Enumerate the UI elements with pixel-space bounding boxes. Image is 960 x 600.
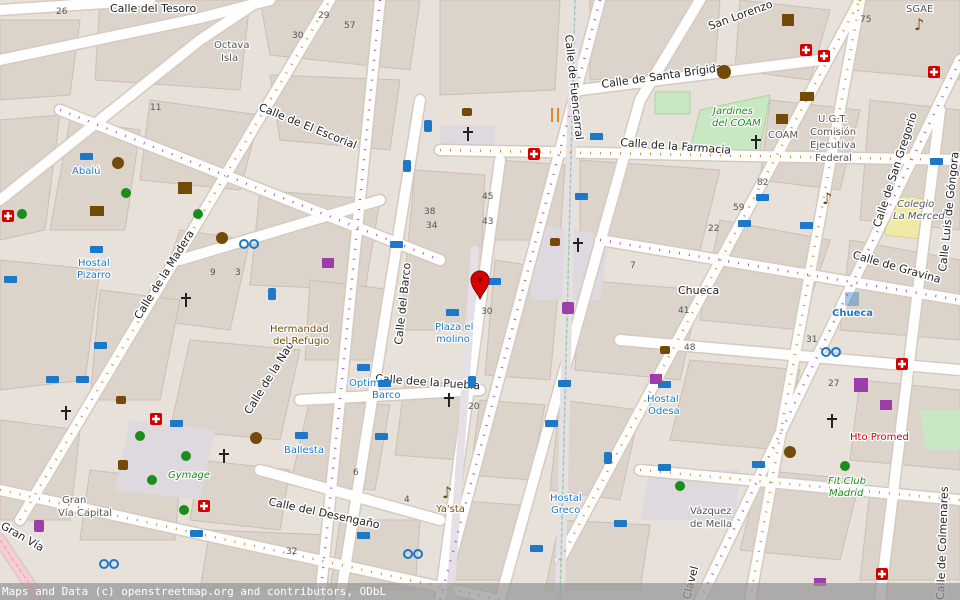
hospital-icon[interactable] [896, 358, 908, 370]
place-fit-club-2: Madrid [829, 488, 864, 499]
place-abalu: Abalú [72, 165, 100, 177]
house-number: 45 [482, 192, 493, 202]
street-label-chueca: Chueca [678, 284, 719, 297]
place-ugt-4: Federal [815, 153, 852, 164]
map-attribution[interactable]: Maps and Data (c) openstreetmap.org and … [0, 583, 960, 600]
place-ugt-3: Ejecutiva [810, 140, 856, 151]
place-gran-via-capital-1: Gran [62, 495, 86, 506]
place-ugt-1: U.G.T. [818, 114, 848, 125]
place-optimi-1: Optimi [349, 378, 382, 389]
house-number: 7 [630, 261, 636, 271]
place-hermandad-1: Hermandad [270, 324, 329, 335]
place-gymage: Gymage [168, 470, 210, 481]
house-number: 32 [286, 547, 297, 557]
house-number: 30 [292, 31, 304, 41]
house-number: 22 [708, 224, 719, 234]
place-plaza-molino-1: Plaza el [435, 322, 473, 333]
place-hermandad-2: del Refugio [273, 336, 329, 347]
house-number: 20 [468, 402, 480, 412]
hospital-icon[interactable] [876, 568, 888, 580]
place-odesa-1: Hostal [647, 394, 679, 405]
place-yasta: Ya'sta [435, 504, 465, 515]
metro-icon[interactable] [845, 292, 859, 306]
hospital-icon[interactable] [528, 148, 540, 160]
place-odesa-2: Odesa [648, 406, 680, 417]
place-vazquez-1: Vázquez [690, 505, 732, 517]
place-gran-via-capital-2: Vía Capital [58, 507, 112, 519]
svg-text:♪: ♪ [442, 483, 452, 502]
hospital-icon[interactable] [150, 413, 162, 425]
place-coam: COAM [768, 130, 798, 141]
house-number: 4 [404, 495, 410, 505]
house-number: 29 [318, 11, 330, 21]
place-octava-1: Octava [214, 40, 249, 51]
house-number: 31 [806, 335, 817, 345]
map-svg[interactable]: Calle del Tesoro Calle de El Escorial Ca… [0, 0, 960, 600]
place-hto-promed: Hto Promed [850, 432, 909, 443]
house-number: 48 [684, 343, 696, 353]
house-number: 34 [426, 221, 438, 231]
place-jardines-2: del COAM [712, 118, 761, 129]
place-ugt-2: Comisión [810, 126, 856, 138]
house-number: 75 [860, 15, 871, 25]
map-canvas[interactable]: Calle del Tesoro Calle de El Escorial Ca… [0, 0, 960, 600]
place-vazquez-2: de Mella [690, 519, 732, 530]
hospital-icon[interactable] [800, 44, 812, 56]
house-number: 41 [678, 306, 689, 316]
svg-text:♪: ♪ [914, 15, 924, 34]
house-number: 26 [56, 7, 68, 17]
post-office-icon[interactable] [90, 206, 104, 216]
hospital-icon[interactable] [2, 210, 14, 222]
street-label-tesoro: Calle del Tesoro [110, 2, 196, 15]
house-number: 6 [353, 468, 359, 478]
house-number: 57 [344, 21, 355, 31]
place-pizarro-1: Hostal [78, 258, 110, 269]
hospital-icon[interactable] [928, 66, 940, 78]
house-number: 38 [424, 207, 436, 217]
house-number: 11 [150, 103, 161, 113]
place-greco-1: Hostal [550, 493, 582, 504]
hospital-icon[interactable] [818, 50, 830, 62]
place-optimi-2: Barco [372, 390, 401, 401]
place-chueca-metro: Chueca [832, 308, 873, 319]
place-colegio-2: La Merced [893, 211, 945, 222]
hospital-icon[interactable] [198, 500, 210, 512]
place-pizarro-2: Pizarro [77, 270, 111, 281]
house-number: 43 [482, 217, 493, 227]
place-plaza-molino-2: molino [436, 334, 470, 345]
house-number: 30 [481, 307, 493, 317]
house-number: 82 [757, 178, 768, 188]
place-greco-2: Greco [551, 505, 580, 516]
house-number: 59 [733, 203, 745, 213]
place-sgae: SGAE [906, 4, 933, 15]
place-colegio-1: Colegio [897, 199, 934, 210]
house-number: 3 [235, 268, 241, 278]
place-octava-2: Isla [221, 53, 238, 64]
svg-text:♪: ♪ [822, 189, 832, 208]
house-number: 9 [210, 268, 216, 278]
place-jardines-1: Jardines [711, 106, 753, 117]
place-fit-club-1: Fit Club [828, 476, 866, 487]
house-number: 27 [828, 379, 839, 389]
art-icon[interactable] [717, 65, 731, 79]
place-ballesta: Ballesta [284, 445, 324, 456]
